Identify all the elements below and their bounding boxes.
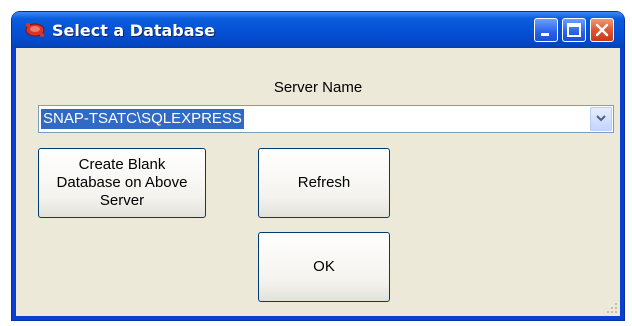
dialog-body: Server Name SNAP-TSATC\SQLEXPRESS Create… [16,48,620,316]
close-icon [595,23,609,37]
minimize-icon [541,33,549,36]
chevron-down-icon [596,115,606,122]
title-bar[interactable]: Select a Database [12,12,624,48]
create-blank-database-button[interactable]: Create Blank Database on Above Server [38,148,206,218]
refresh-button[interactable]: Refresh [258,148,390,218]
server-name-label: Server Name [273,79,363,96]
select-database-window: Select a Database Server Name SNAP-TSATC… [12,12,624,320]
resize-grip-icon[interactable] [606,302,618,314]
window-title: Select a Database [52,21,215,40]
maximize-icon [567,23,581,37]
minimize-button[interactable] [534,18,558,42]
server-name-dropdown-button[interactable] [590,107,612,131]
ok-button[interactable]: OK [258,232,390,302]
close-button[interactable] [590,18,614,42]
maximize-button[interactable] [562,18,586,42]
database-app-icon [25,23,45,37]
server-name-combobox[interactable]: SNAP-TSATC\SQLEXPRESS [38,105,614,133]
server-name-value[interactable]: SNAP-TSATC\SQLEXPRESS [41,109,244,129]
